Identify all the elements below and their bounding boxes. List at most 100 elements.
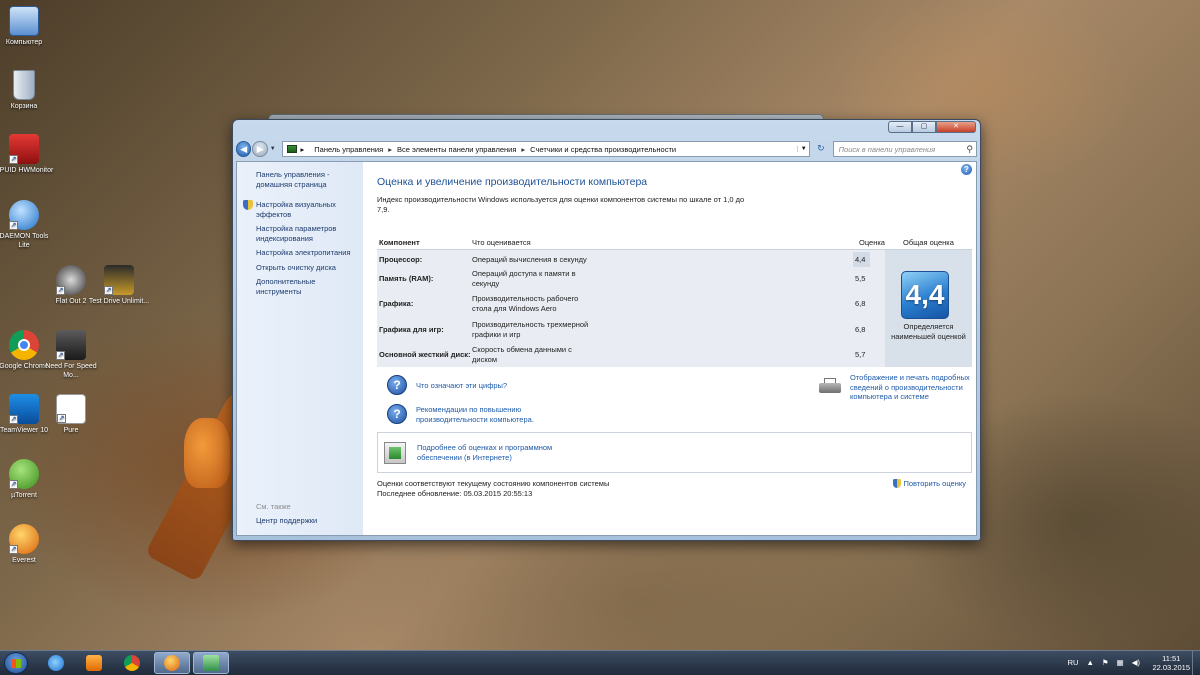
game-icon: ↗: [56, 265, 86, 295]
desktop-icon-label: Компьютер: [5, 39, 43, 46]
start-button[interactable]: [4, 652, 28, 674]
printer-icon: [819, 378, 841, 394]
show-desktop-button[interactable]: [1192, 651, 1200, 675]
desktop-icon-utorrent[interactable]: ↗ µTorrent: [0, 459, 55, 500]
link-performance-tips[interactable]: Рекомендации по повышению производительн…: [416, 405, 546, 424]
address-row: ◀ ▶ ▼ ▸ Панель управления ▸ Все элементы…: [236, 140, 977, 158]
desktop-icon-hwmonitor[interactable]: ↗ CPUID HWMonitor: [0, 134, 55, 175]
recycle-bin-icon: [13, 70, 35, 100]
network-icon[interactable]: ▦: [1117, 658, 1124, 667]
main-content: ? Оценка и увеличение производительности…: [363, 162, 976, 535]
control-panel-icon: [203, 655, 219, 671]
control-panel-icon: [286, 145, 297, 153]
taskbar-control-panel[interactable]: [193, 652, 229, 674]
close-button[interactable]: ✕: [936, 121, 976, 133]
desktop-icon-daemon-tools[interactable]: ↗ DAEMON Tools Lite: [0, 200, 55, 250]
header-what: Что оценивается: [472, 238, 531, 247]
overall-score-panel: 4,4 Определяется наименьшей оценкой: [885, 250, 972, 367]
link-online-info[interactable]: Подробнее об оценках и программном обесп…: [417, 443, 567, 462]
search-input[interactable]: Поиск в панели управления ⚲: [832, 141, 977, 157]
taskbar: RU ▲ ⚑ ▦ ◀) 11:51 22.03.2015: [0, 650, 1200, 675]
refresh-icon[interactable]: ↻: [813, 141, 828, 157]
address-bar[interactable]: ▸ Панель управления ▸ Все элементы панел…: [281, 141, 811, 157]
desktop-icon-testdrive[interactable]: ↗ Test Drive Unlimit...: [88, 265, 150, 306]
header-score: Оценка: [859, 238, 885, 247]
link-what-numbers-mean[interactable]: Что означают эти цифры?: [416, 381, 507, 391]
chrome-icon: [9, 330, 39, 360]
desktop-icon-label: Everest: [12, 557, 36, 564]
desktop-icon-label: CPUID HWMonitor: [0, 167, 54, 174]
taskbar-media-player[interactable]: [76, 652, 112, 674]
taskbar-chrome[interactable]: [114, 652, 150, 674]
volume-icon[interactable]: ◀): [1132, 658, 1140, 667]
breadcrumb-arrow-icon: ▸: [300, 144, 305, 154]
header-component: Компонент: [379, 238, 420, 247]
breadcrumb-item[interactable]: Все элементы панели управления: [397, 145, 516, 154]
help-question-icon: ?: [387, 375, 407, 395]
nav-link-visual-effects[interactable]: Настройка визуальных эффектов: [256, 200, 358, 219]
status-current: Оценки соответствуют текущему состоянию …: [377, 479, 610, 488]
taskbar-everest[interactable]: [154, 652, 190, 674]
nav-link-action-center[interactable]: Центр поддержки: [256, 516, 358, 526]
software-info-icon: [384, 442, 406, 464]
help-icon[interactable]: ?: [961, 164, 972, 175]
address-dropdown[interactable]: ▼: [797, 146, 809, 152]
show-hidden-icons-icon[interactable]: ▲: [1086, 658, 1093, 667]
maximize-button[interactable]: ▢: [912, 121, 936, 133]
nav-link-home[interactable]: Панель управления - домашняя страница: [256, 170, 358, 189]
status-last-update: Последнее обновление: 05.03.2015 20:55:1…: [377, 488, 533, 498]
shield-icon: [243, 200, 253, 210]
nav-link-disk-cleanup[interactable]: Открыть очистку диска: [256, 263, 358, 273]
clock[interactable]: 11:51 22.03.2015: [1152, 654, 1190, 672]
breadcrumb-item[interactable]: Счетчики и средства производительности: [530, 145, 676, 154]
row-component: Основной жесткий диск:: [379, 350, 471, 359]
nav-link-indexing[interactable]: Настройка параметров индексирования: [256, 224, 358, 243]
row-score: 5,7: [855, 350, 866, 359]
back-button[interactable]: ◀: [236, 141, 252, 157]
row-description: Производительность трехмерной графики и …: [472, 320, 589, 339]
desktop-icon-label: Корзина: [10, 103, 38, 110]
desktop-icon-label: Test Drive Unlimit...: [88, 298, 150, 305]
intro-text: Индекс производительности Windows исполь…: [377, 195, 745, 214]
game-icon: ↗: [56, 330, 86, 360]
performance-window[interactable]: — ▢ ✕ ◀ ▶ ▼ ▸ Панель управления ▸ Все эл…: [232, 119, 981, 541]
row-score: 4,4: [855, 255, 866, 264]
desktop-icon-nfs[interactable]: ↗ Need For Speed Mo...: [40, 330, 102, 380]
nav-link-advanced-tools[interactable]: Дополнительные инструменты: [256, 277, 358, 296]
recent-pages-dropdown[interactable]: ▼: [268, 146, 278, 152]
daemon-tools-icon: ↗: [9, 200, 39, 230]
row-component: Процессор:: [379, 255, 423, 264]
teamviewer-icon: ↗: [9, 394, 39, 424]
rerun-assessment-link[interactable]: Повторить оценку: [893, 479, 966, 488]
breadcrumb-arrow-icon: ▸: [388, 144, 392, 154]
game-icon: ↗: [56, 394, 86, 424]
online-info-box: Подробнее об оценках и программном обесп…: [377, 432, 972, 473]
rerun-label: Повторить оценку: [903, 479, 966, 488]
overall-score-caption: Определяется наименьшей оценкой: [891, 322, 966, 341]
row-score: 6,8: [855, 299, 866, 308]
status-text: Оценки соответствуют текущему состоянию …: [377, 479, 609, 498]
search-icon[interactable]: ⚲: [966, 144, 973, 155]
language-indicator[interactable]: RU: [1068, 658, 1079, 667]
taskbar-ie[interactable]: [38, 652, 74, 674]
desktop-icon-recycle-bin[interactable]: Корзина: [0, 70, 55, 111]
left-navigation-pane: Панель управления - домашняя страница На…: [237, 162, 363, 535]
row-component: Память (RAM):: [379, 274, 434, 283]
nav-link-power[interactable]: Настройка электропитания: [256, 248, 358, 258]
link-print-details[interactable]: Отображение и печать подробных сведений …: [850, 373, 972, 402]
row-component: Графика:: [379, 299, 414, 308]
desktop-icon-label: µTorrent: [11, 492, 37, 499]
computer-icon: [9, 6, 39, 36]
desktop-icon-label: Pure: [63, 427, 79, 434]
action-center-flag-icon[interactable]: ⚑: [1102, 658, 1109, 667]
breadcrumb-item[interactable]: Панель управления: [314, 145, 383, 154]
desktop-icon-pure[interactable]: ↗ Pure: [40, 394, 102, 435]
minimize-button[interactable]: —: [888, 121, 912, 133]
chrome-icon: [124, 655, 140, 671]
forward-button[interactable]: ▶: [252, 141, 268, 157]
utorrent-icon: ↗: [9, 459, 39, 489]
desktop-icon-computer[interactable]: Компьютер: [0, 6, 55, 47]
table-body: Процессор: Операций вычисления в секунду…: [377, 250, 972, 367]
table-header: Компонент Что оценивается Оценка Общая о…: [377, 236, 972, 250]
desktop-icon-everest[interactable]: ↗ Everest: [0, 524, 55, 565]
